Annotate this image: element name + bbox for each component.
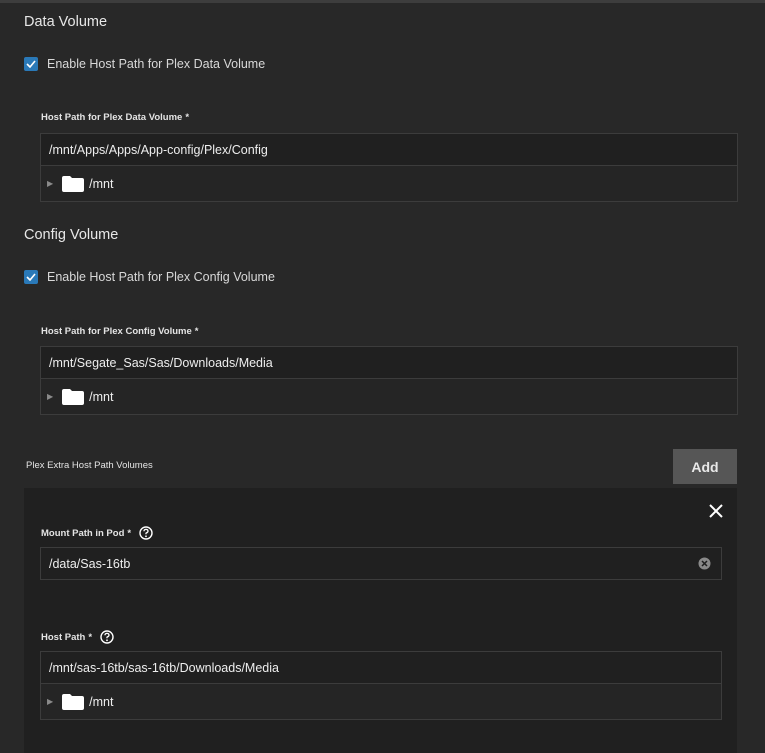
config-volume-path-explorer: /mnt/Segate_Sas/Sas/Downloads/Media ▶ /m…	[40, 346, 738, 415]
config-volume-field-label-text: Host Path for Plex Config Volume	[41, 326, 192, 337]
close-icon[interactable]	[708, 503, 724, 524]
check-icon[interactable]	[24, 57, 38, 71]
required-mark: *	[185, 112, 190, 123]
data-volume-tree-node[interactable]: ▶ /mnt	[41, 166, 737, 201]
data-volume-field-label: Host Path for Plex Data Volume *	[41, 112, 189, 123]
data-volume-path-input[interactable]: /mnt/Apps/Apps/App-config/Plex/Config	[41, 134, 737, 166]
host-path-label: Host Path *	[41, 630, 114, 644]
clear-input-icon[interactable]	[698, 557, 711, 575]
expand-arrow-icon[interactable]: ▶	[47, 179, 53, 188]
tree-node-label: /mnt	[89, 176, 114, 191]
extra-volume-card: Mount Path in Pod * /data/Sas-16tb Host …	[24, 488, 737, 753]
data-volume-title: Data Volume	[24, 14, 108, 30]
mount-path-field[interactable]: /data/Sas-16tb	[40, 547, 722, 580]
required-mark: *	[88, 631, 93, 643]
folder-icon	[62, 693, 85, 710]
top-divider	[0, 0, 765, 3]
data-volume-path-explorer: /mnt/Apps/Apps/App-config/Plex/Config ▶ …	[40, 133, 738, 202]
config-volume-title: Config Volume	[24, 227, 119, 243]
data-volume-checkbox-row[interactable]: Enable Host Path for Plex Data Volume	[24, 57, 265, 71]
host-path-tree-node[interactable]: ▶ /mnt	[41, 684, 721, 719]
expand-arrow-icon[interactable]: ▶	[47, 392, 53, 401]
data-volume-checkbox-label: Enable Host Path for Plex Data Volume	[47, 57, 266, 71]
required-mark: *	[194, 326, 199, 337]
tree-node-label: /mnt	[89, 694, 114, 709]
folder-icon	[62, 175, 85, 192]
tree-node-label: /mnt	[89, 389, 114, 404]
config-volume-path-input[interactable]: /mnt/Segate_Sas/Sas/Downloads/Media	[41, 347, 737, 379]
host-path-explorer: /mnt/sas-16tb/sas-16tb/Downloads/Media ▶…	[40, 651, 722, 720]
mount-path-label-text: Mount Path in Pod	[41, 527, 125, 539]
config-volume-tree-node[interactable]: ▶ /mnt	[41, 379, 737, 414]
data-volume-field-label-text: Host Path for Plex Data Volume	[41, 112, 183, 123]
expand-arrow-icon[interactable]: ▶	[47, 697, 53, 706]
required-mark: *	[127, 527, 132, 539]
add-button[interactable]: Add	[673, 449, 737, 484]
host-path-label-text: Host Path	[41, 631, 86, 643]
folder-icon	[62, 388, 85, 405]
host-path-input[interactable]: /mnt/sas-16tb/sas-16tb/Downloads/Media	[41, 652, 721, 684]
extra-volumes-title: Plex Extra Host Path Volumes	[26, 460, 153, 471]
check-icon[interactable]	[24, 270, 38, 284]
mount-path-input[interactable]: /data/Sas-16tb	[41, 548, 721, 579]
config-volume-checkbox-label: Enable Host Path for Plex Config Volume	[47, 270, 275, 284]
help-circle-icon[interactable]	[100, 630, 114, 644]
config-volume-checkbox-row[interactable]: Enable Host Path for Plex Config Volume	[24, 270, 275, 284]
config-volume-field-label: Host Path for Plex Config Volume *	[41, 326, 198, 337]
mount-path-label: Mount Path in Pod *	[41, 526, 153, 540]
help-circle-icon[interactable]	[139, 526, 153, 540]
